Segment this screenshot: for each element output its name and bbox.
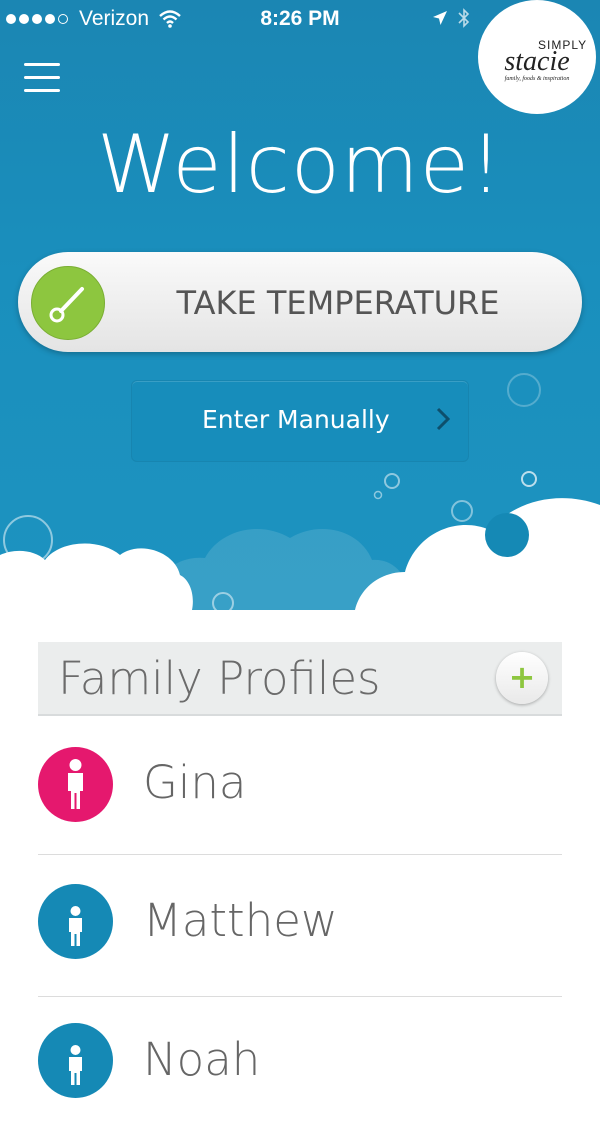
clouds-decoration (0, 498, 600, 610)
chevron-right-icon (436, 407, 450, 431)
take-temperature-button[interactable]: TAKE TEMPERATURE (18, 252, 582, 352)
thermometer-icon (31, 266, 105, 340)
female-person-icon (38, 747, 113, 822)
take-temperature-label: TAKE TEMPERATURE (176, 284, 500, 322)
hero-header: Verizon 8:26 PM SIMPLY stacie family, fo… (0, 0, 600, 610)
profile-row-noah[interactable]: Noah (38, 997, 562, 1137)
hamburger-icon (24, 63, 60, 66)
profile-name: Gina (143, 756, 247, 809)
profile-name: Noah (143, 1033, 261, 1086)
simply-stacie-logo: SIMPLY stacie family, foods & inspiratio… (478, 0, 596, 114)
child-person-icon (38, 1023, 113, 1098)
enter-manually-button[interactable]: Enter Manually (131, 380, 469, 462)
profile-row-matthew[interactable]: Matthew (38, 856, 562, 997)
family-profiles-header: Family Profiles + (38, 642, 562, 716)
location-arrow-icon (433, 11, 447, 25)
menu-button[interactable] (24, 63, 60, 95)
child-person-icon (38, 884, 113, 959)
profile-row-gina[interactable]: Gina (38, 714, 562, 855)
enter-manually-label: Enter Manually (202, 405, 390, 434)
bluetooth-icon (458, 8, 470, 28)
profile-name: Matthew (143, 894, 338, 947)
welcome-heading: Welcome! (96, 118, 503, 211)
family-profiles-title: Family Profiles (58, 652, 381, 705)
add-profile-button[interactable]: + (496, 652, 548, 704)
plus-icon: + (508, 658, 536, 696)
